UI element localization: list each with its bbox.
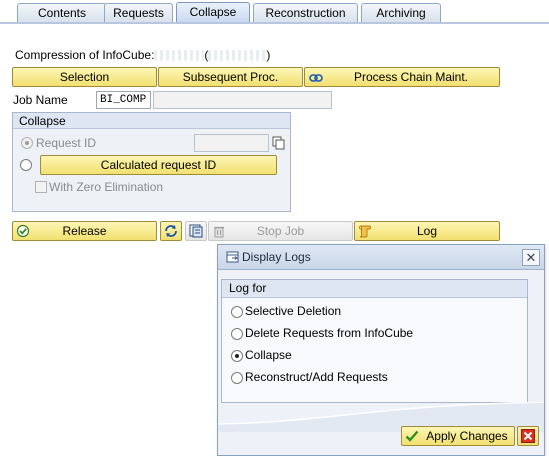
stop-job-label: Stop Job — [256, 224, 305, 238]
calculated-request-id-button[interactable]: Calculated request ID — [40, 155, 277, 175]
job-name-field[interactable]: BI_COMP — [96, 91, 151, 109]
option-selective-deletion-label: Selective Deletion — [245, 304, 342, 318]
apply-changes-button[interactable]: Apply Changes — [401, 426, 515, 446]
request-id-radio[interactable] — [21, 137, 33, 149]
process-chain-maint-button[interactable]: Process Chain Maint. — [304, 67, 500, 87]
option-reconstruct-label: Reconstruct/Add Requests — [245, 370, 388, 384]
option-reconstruct-radio[interactable] — [231, 372, 243, 384]
process-chain-label: Process Chain Maint. — [353, 70, 469, 84]
close-icon[interactable]: ✕ — [522, 249, 540, 266]
tab-collapse[interactable]: Collapse — [176, 2, 250, 24]
log-button[interactable]: Log — [354, 221, 500, 241]
compression-label: Compression of InfoCube:() — [15, 48, 270, 62]
checkmark-icon — [405, 429, 419, 443]
infocube-desc — [208, 50, 267, 62]
log-label: Log — [416, 224, 438, 238]
job-name-extra-field — [153, 91, 332, 109]
request-id-field — [194, 134, 269, 152]
dialog-title-icon — [226, 250, 240, 264]
release-label: Release — [62, 224, 107, 238]
tab-strip: Contents Requests Collapse Reconstructio… — [0, 0, 549, 24]
stop-job-button[interactable]: Stop Job — [208, 221, 353, 241]
log-scroll-icon — [358, 224, 372, 238]
option-collapse-label: Collapse — [245, 348, 292, 362]
release-button[interactable]: Release — [12, 221, 157, 241]
chain-link-icon — [309, 71, 323, 83]
tab-requests[interactable]: Requests — [104, 3, 173, 23]
copy-icon[interactable] — [270, 134, 286, 152]
cancel-icon[interactable] — [517, 426, 539, 446]
calculated-request-radio[interactable] — [20, 159, 32, 171]
tab-reconstruction[interactable]: Reconstruction — [253, 3, 358, 23]
trash-icon — [212, 224, 226, 238]
option-delete-requests-label: Delete Requests from InfoCube — [245, 326, 414, 340]
apply-changes-label: Apply Changes — [426, 429, 508, 443]
infocube-name — [154, 50, 205, 62]
request-id-label: Request ID — [36, 136, 97, 150]
log-for-title: Log for — [222, 280, 527, 298]
compression-title: Compression of InfoCube: — [15, 48, 155, 62]
tab-strip-divider — [0, 22, 549, 24]
selection-button[interactable]: Selection — [12, 67, 157, 87]
tab-contents[interactable]: Contents — [17, 3, 107, 23]
zero-elimination-label: With Zero Elimination — [49, 180, 164, 194]
release-icon — [16, 224, 30, 238]
subsequent-processing-button[interactable]: Subsequent Proc. — [158, 67, 303, 87]
option-selective-deletion-radio[interactable] — [231, 306, 243, 318]
refresh-icon[interactable] — [160, 221, 182, 241]
option-delete-requests-radio[interactable] — [231, 328, 243, 340]
job-overview-icon[interactable] — [185, 221, 207, 241]
job-name-label: Job Name — [13, 93, 68, 107]
collapse-group-title: Collapse — [13, 113, 290, 129]
option-collapse-radio[interactable] — [231, 350, 243, 362]
dialog-title-bar: Display Logs — [218, 245, 544, 270]
tab-archiving[interactable]: Archiving — [361, 3, 441, 23]
zero-elimination-checkbox[interactable] — [35, 181, 47, 193]
dialog-title: Display Logs — [242, 250, 311, 264]
paren-close: ) — [266, 48, 271, 62]
